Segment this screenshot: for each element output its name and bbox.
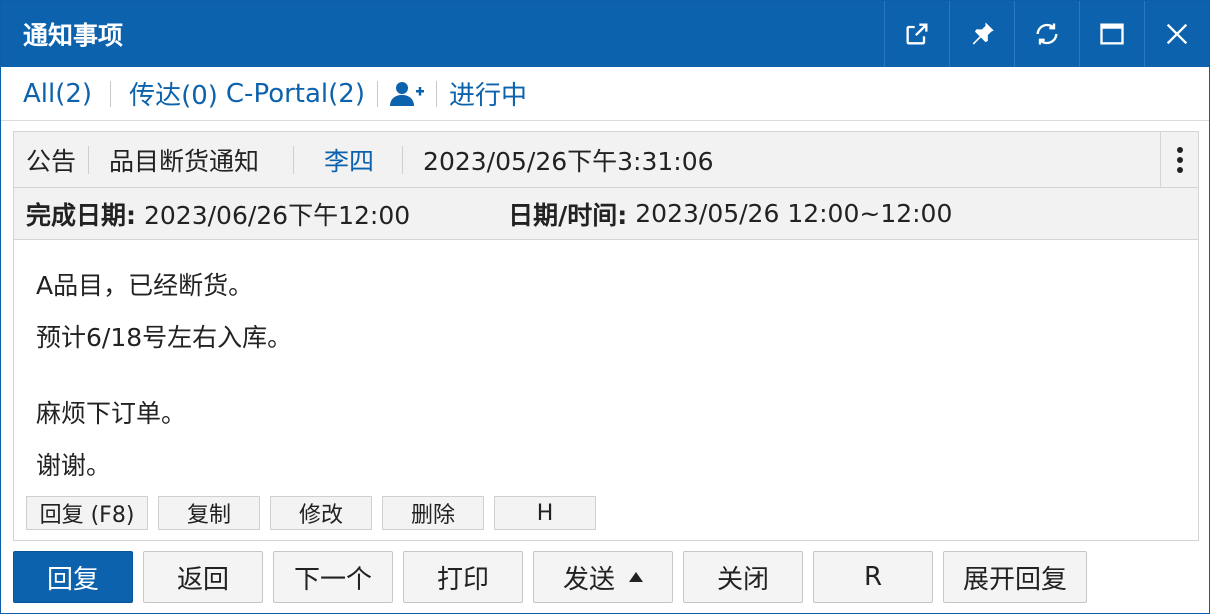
send-label: 发送 [562,564,615,595]
reply-button[interactable]: 回复 [13,551,133,603]
filter-relay[interactable]: 传达(0) [129,75,218,112]
window-title: 通知事项 [23,21,124,50]
maximize-button[interactable] [1079,1,1144,67]
message-timestamp: 2023/05/26下午3:31:06 [423,146,714,176]
filter-all[interactable]: All(2) [23,79,92,109]
message-dates: 完成日期: 2023/06/26下午12:00 日期/时间: 2023/05/2… [14,188,1198,240]
divider [110,80,112,107]
datetime-value: 2023/05/26 12:00~12:00 [635,199,953,228]
title-bar: 通知事项 [1,1,1209,67]
notice-window: 通知事项 All(2) 传达(0) C-Portal(2) 进行中 公告 品目断… [0,0,1210,614]
inline-reply-button[interactable]: 回复 (F8) [26,496,148,530]
divider [88,145,90,174]
person-add-icon [389,81,424,106]
open-external-button[interactable] [884,1,949,67]
body-line: 谢谢。 [36,451,112,480]
external-link-icon [906,23,928,45]
message-subject: 品目断货通知 [109,146,260,176]
due-date-label: 完成日期: [26,200,136,230]
due-date-value: 2023/06/26下午12:00 [144,200,411,230]
inline-edit-button[interactable]: 修改 [270,496,372,530]
close-dialog-button[interactable]: 关闭 [683,551,803,603]
expand-reply-button[interactable]: 展开回复 [943,551,1087,603]
message-category: 公告 [26,146,77,176]
more-options-button[interactable] [1160,132,1198,187]
close-icon [1166,23,1188,45]
print-button[interactable]: 打印 [403,551,523,603]
close-button[interactable] [1144,1,1209,67]
send-button[interactable]: 发送 [533,551,673,603]
body-line: 麻烦下订单。 [36,399,187,428]
r-button[interactable]: R [813,551,933,603]
next-button[interactable]: 下一个 [273,551,393,603]
bottom-action-bar: 回复 返回 下一个 打印 发送 关闭 R 展开回复 [13,551,1097,603]
message-header: 公告 品目断货通知 李四 2023/05/26下午3:31:06 [14,132,1198,188]
caret-up-icon [629,572,643,582]
inline-delete-button[interactable]: 删除 [382,496,484,530]
message-panel: 公告 品目断货通知 李四 2023/05/26下午3:31:06 完成日期: 2… [13,131,1199,541]
window-controls [884,1,1209,67]
divider [402,145,404,174]
pin-button[interactable] [949,1,1014,67]
inline-copy-button[interactable]: 复制 [158,496,260,530]
refresh-icon [1036,23,1058,45]
filter-in-progress[interactable]: 进行中 [449,75,527,112]
divider [376,80,378,107]
refresh-button[interactable] [1014,1,1079,67]
inline-h-button[interactable]: H [494,496,596,530]
divider [293,145,295,174]
pin-icon [972,22,994,45]
body-line: A品目，已经断货。 [36,271,254,300]
back-button[interactable]: 返回 [143,551,263,603]
filter-bar: All(2) 传达(0) C-Portal(2) 进行中 [1,67,1209,121]
filter-cportal[interactable]: C-Portal(2) [226,79,365,109]
inline-action-bar: 回复 (F8) 复制 修改 删除 H [26,496,606,530]
divider [435,80,437,107]
datetime-label: 日期/时间: [508,200,628,230]
maximize-icon [1100,23,1124,45]
more-vertical-icon [1176,146,1183,173]
message-author[interactable]: 李四 [324,142,374,178]
add-person-button[interactable] [389,81,424,107]
body-line: 预计6/18号左右入库。 [36,323,293,352]
message-body: A品目，已经断货。 预计6/18号左右入库。 麻烦下订单。 谢谢。 [14,240,1198,492]
